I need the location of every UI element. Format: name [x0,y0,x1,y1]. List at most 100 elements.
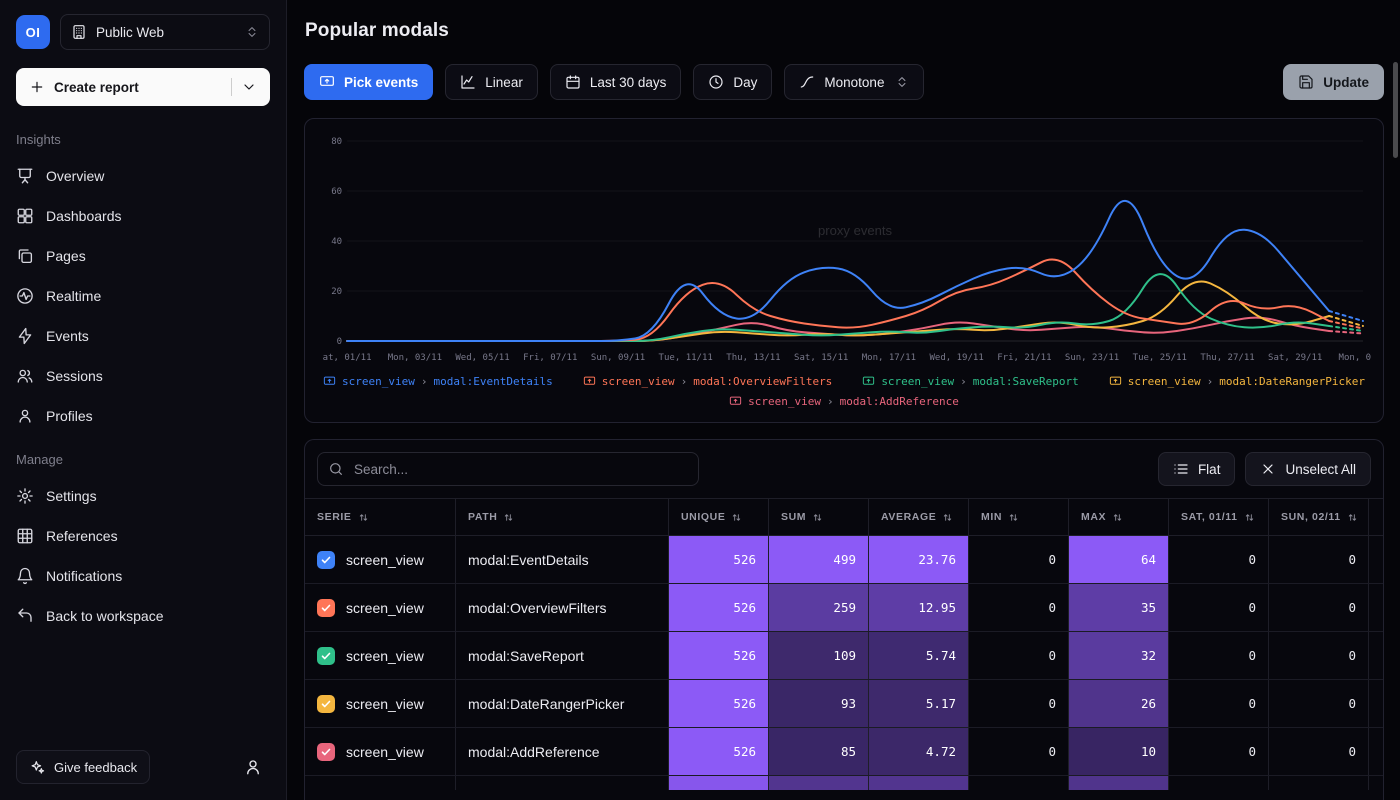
chevrons-up-down-icon [245,25,259,39]
line-style-select[interactable]: Monotone [784,64,924,100]
update-button[interactable]: Update [1283,64,1384,100]
min-cell: 0 [968,728,1068,775]
table-toolbar: Flat Unselect All [305,440,1383,498]
sort-icon [731,512,742,523]
unique-cell: 526 [668,584,768,631]
search-icon [328,461,344,477]
svg-text:Sat, 29/11: Sat, 29/11 [1268,353,1322,363]
sidebar-item-dashboards[interactable]: Dashboards [8,196,278,236]
date-range-button[interactable]: Last 30 days [550,64,682,100]
path-cell: modal:SaveReport [455,632,668,679]
sidebar-item-label: Notifications [46,568,122,584]
interval-button[interactable]: Day [693,64,772,100]
legend-item[interactable]: screen_view › modal:EventDetails [323,375,553,388]
legend-path: modal:DateRangerPicker [1219,375,1365,388]
line-chart-icon [460,74,476,90]
chart-panel: 020406080at, 01/11Mon, 03/11Wed, 05/11Fr… [304,118,1384,423]
page-scrollbar-thumb[interactable] [1393,62,1398,158]
sidebar-item-label: Back to workspace [46,608,164,624]
create-report-button[interactable]: Create report [16,68,270,106]
events-line-chart: 020406080at, 01/11Mon, 03/11Wed, 05/11Fr… [317,129,1371,369]
sidebar-item-label: Settings [46,488,97,504]
column-header-average[interactable]: Average [868,499,968,535]
events-table-panel: Flat Unselect All SeriePathUniqueSumAver… [304,439,1384,800]
sidebar-item-events[interactable]: Events [8,316,278,356]
screen-share-icon [583,375,596,388]
app-root: OI Public Web Create report Insights Ove… [0,0,1400,800]
screen-share-icon [323,375,336,388]
flat-toggle-button[interactable]: Flat [1158,452,1236,486]
svg-text:Sun, 23/11: Sun, 23/11 [1065,353,1119,363]
table-row[interactable]: screen_viewmodal:AddReference526854.7201… [305,728,1383,776]
sidebar-item-pages[interactable]: Pages [8,236,278,276]
sidebar-item-settings[interactable]: Settings [8,476,278,516]
column-header-serie[interactable]: Serie [305,499,455,535]
column-header-max[interactable]: Max [1068,499,1168,535]
sidebar-item-overview[interactable]: Overview [8,156,278,196]
svg-text:Sat, 15/11: Sat, 15/11 [794,353,848,363]
table-row[interactable]: screen_viewmodal:SaveReport5261095.74032… [305,632,1383,680]
row-checkbox[interactable] [317,743,335,761]
legend-item[interactable]: screen_view › modal:OverviewFilters [583,375,833,388]
svg-text:proxy events: proxy events [818,223,892,238]
svg-text:Mon, 17/11: Mon, 17/11 [862,353,916,363]
table-row[interactable]: screen_viewmodal:EventDetails52649923.76… [305,536,1383,584]
sidebar-item-profiles[interactable]: Profiles [8,396,278,436]
column-header-sum[interactable]: Sum [768,499,868,535]
svg-text:Mon, 01/1: Mon, 01/1 [1339,353,1371,363]
chart-type-button[interactable]: Linear [445,64,538,100]
row-checkbox[interactable] [317,647,335,665]
events-table: SeriePathUniqueSumAverageMinMaxSat, 01/1… [305,498,1383,790]
min-cell [968,776,1068,790]
search-input[interactable] [317,452,699,486]
chevron-right-icon: › [681,375,688,388]
check-icon [320,698,332,710]
d1-cell [1168,776,1268,790]
pick-events-button[interactable]: Pick events [304,64,433,100]
table-header: SeriePathUniqueSumAverageMinMaxSat, 01/1… [305,498,1383,536]
app-logo[interactable]: OI [16,15,50,49]
chevron-right-icon: › [960,375,967,388]
chart-legend: screen_view › modal:EventDetails screen_… [317,369,1371,416]
table-row[interactable]: screen_viewmodal:OverviewFilters52625912… [305,584,1383,632]
clock-icon [708,74,724,90]
sidebar-item-back-to-workspace[interactable]: Back to workspace [8,596,278,636]
profile-button[interactable] [236,750,270,784]
sidebar-item-sessions[interactable]: Sessions [8,356,278,396]
d1-cell: 0 [1168,584,1268,631]
row-checkbox[interactable] [317,695,335,713]
workspace-selector[interactable]: Public Web [60,14,270,50]
column-header-min[interactable]: Min [968,499,1068,535]
sort-icon [942,512,953,523]
row-checkbox[interactable] [317,599,335,617]
sum-cell: 85 [768,728,868,775]
column-header-d2[interactable]: Sun, 02/11 [1268,499,1368,535]
sidebar-item-references[interactable]: References [8,516,278,556]
d2-cell: 0 [1268,680,1368,727]
column-header-unique[interactable]: Unique [668,499,768,535]
table-row[interactable]: screen_viewmodal:DateRangerPicker526935.… [305,680,1383,728]
legend-item[interactable]: screen_view › modal:SaveReport [862,375,1078,388]
realtime-icon [16,287,34,305]
column-header-path[interactable]: Path [455,499,668,535]
unselect-all-button[interactable]: Unselect All [1245,452,1371,486]
min-cell: 0 [968,680,1068,727]
legend-item[interactable]: screen_view › modal:DateRangerPicker [1109,375,1365,388]
svg-text:Thu, 13/11: Thu, 13/11 [726,353,780,363]
legend-item[interactable]: screen_view › modal:AddReference [729,395,959,408]
sidebar-top: OI Public Web [0,0,286,58]
sidebar-item-realtime[interactable]: Realtime [8,276,278,316]
column-header-d1[interactable]: Sat, 01/11 [1168,499,1268,535]
sparkles-icon [29,759,45,775]
legend-path: modal:AddReference [840,395,959,408]
table-row-partial[interactable] [305,776,1383,790]
serie-cell [305,776,455,790]
app-logo-text: OI [26,25,41,40]
overview-icon [16,167,34,185]
create-report-label: Create report [54,80,139,95]
check-icon [320,554,332,566]
give-feedback-button[interactable]: Give feedback [16,750,150,784]
row-checkbox[interactable] [317,551,335,569]
unique-cell [668,776,768,790]
sidebar-item-notifications[interactable]: Notifications [8,556,278,596]
